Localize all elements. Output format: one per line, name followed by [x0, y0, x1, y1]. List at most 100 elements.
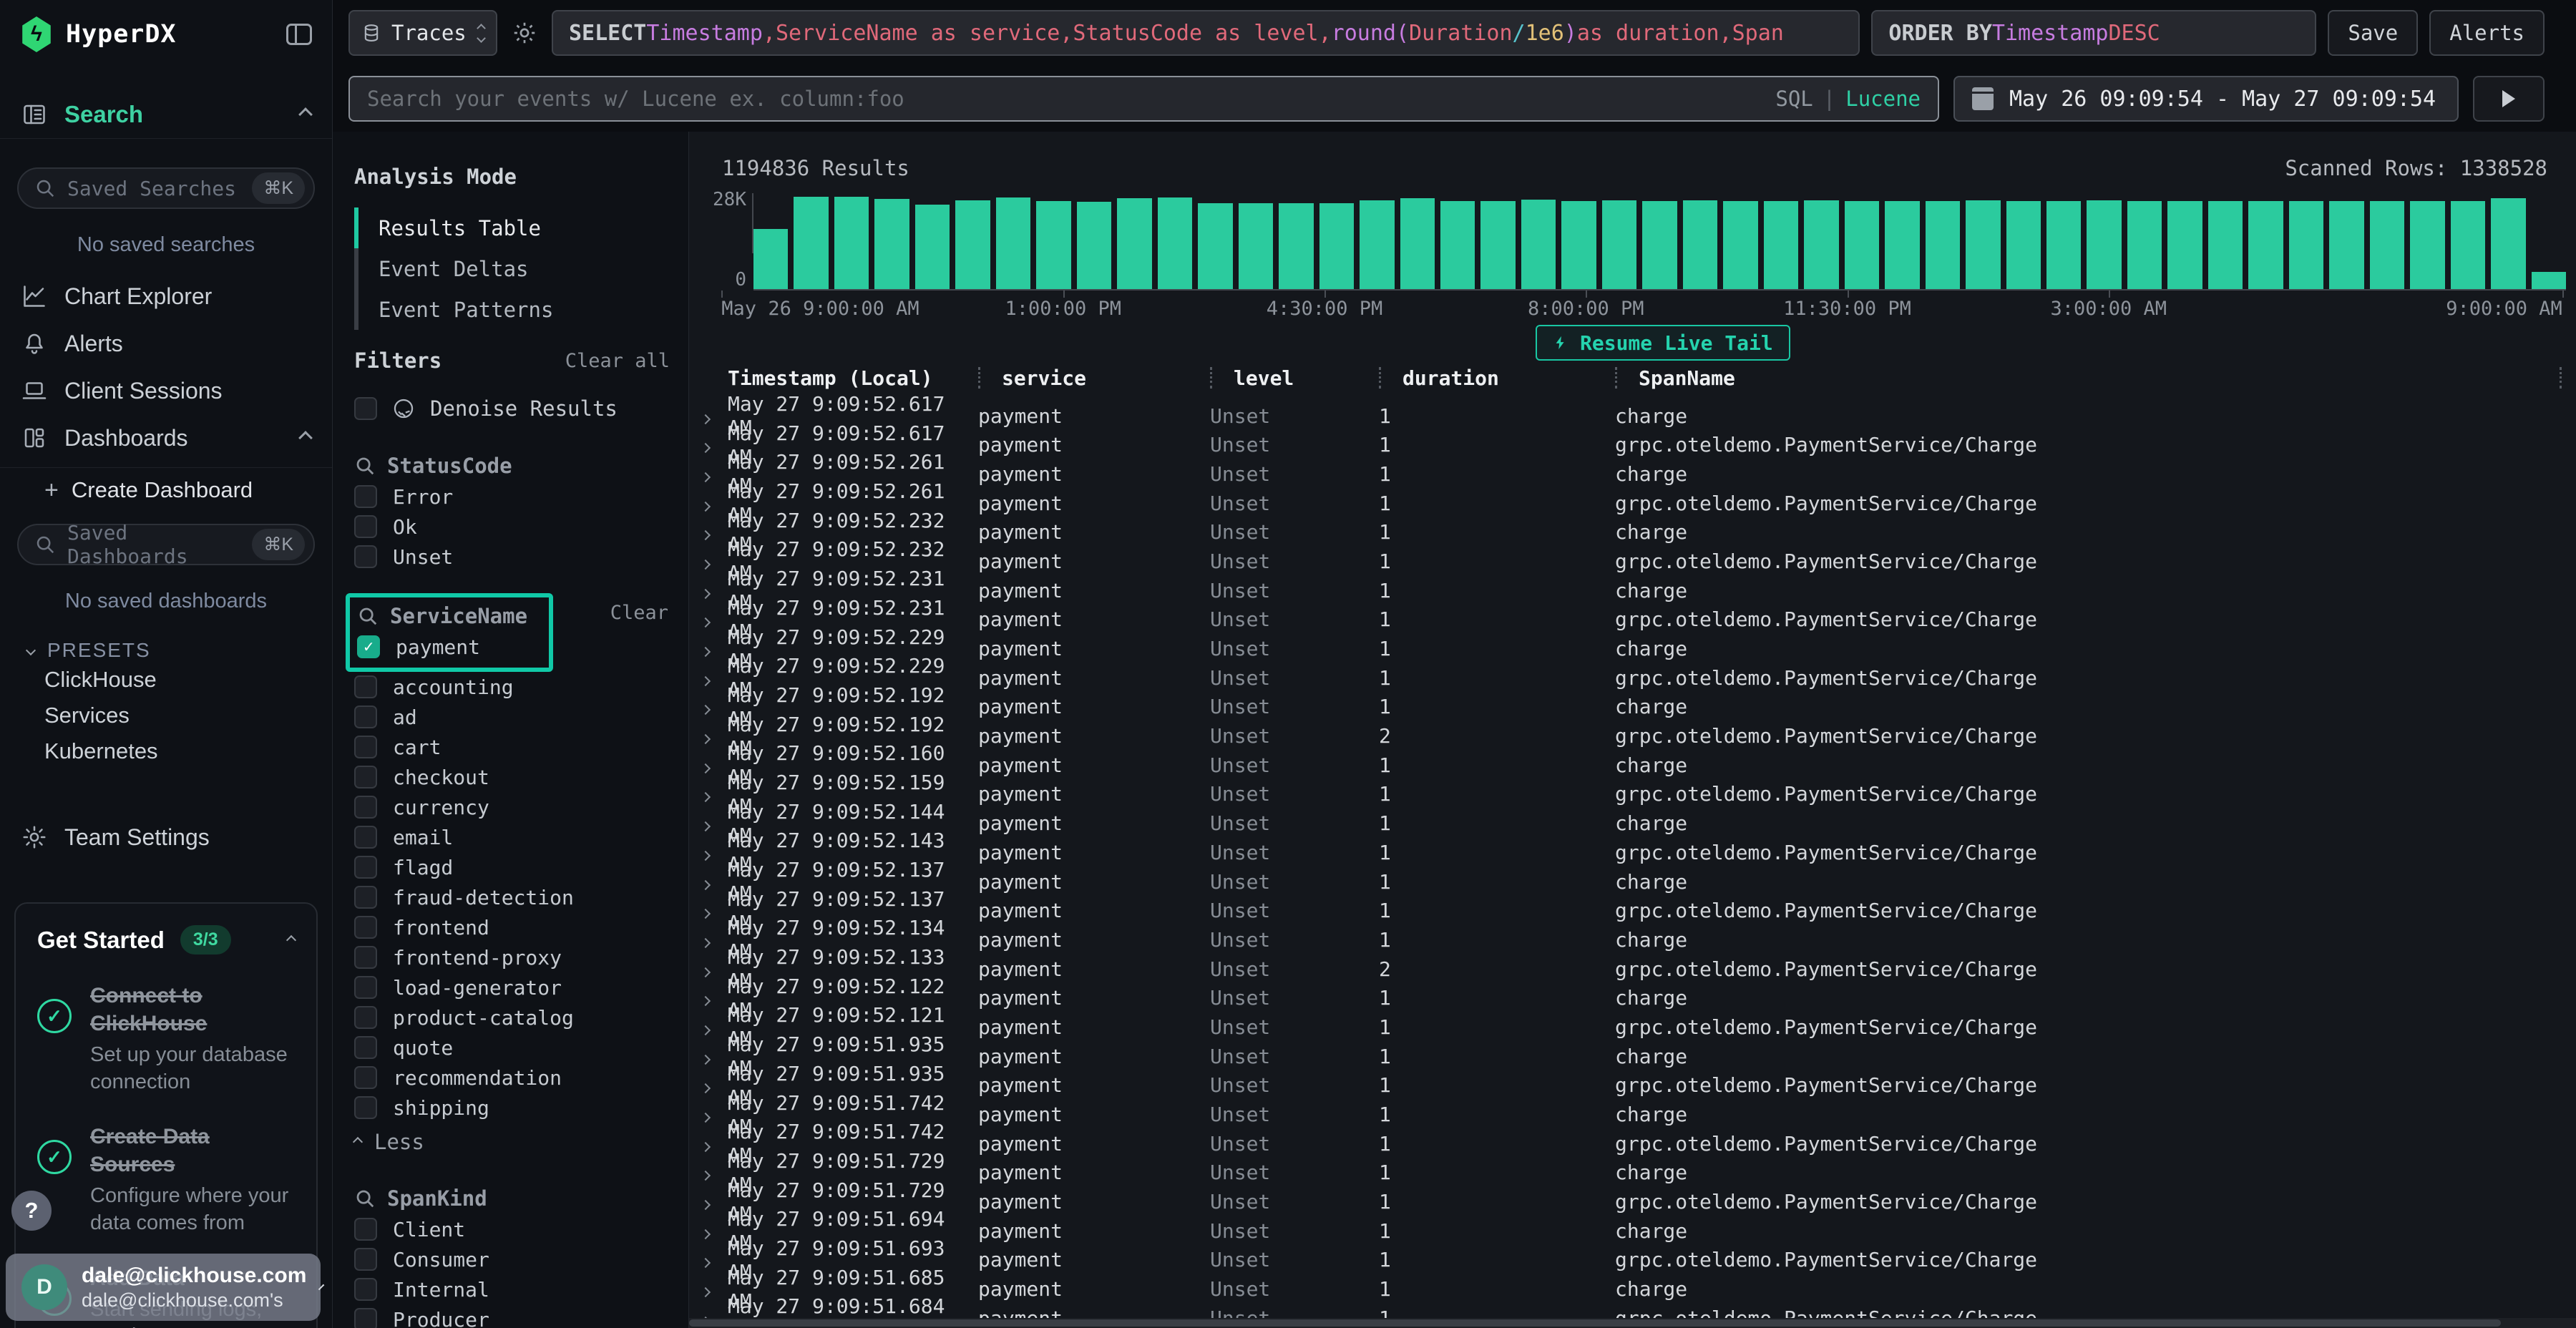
filter-option-accounting[interactable]: accounting	[354, 672, 670, 702]
column-header-level[interactable]: level	[1210, 363, 1379, 392]
run-query-button[interactable]	[2473, 76, 2545, 122]
preset-kubernetes[interactable]: Kubernetes	[0, 733, 332, 769]
save-button[interactable]: Save	[2328, 10, 2418, 56]
help-button[interactable]: ?	[11, 1191, 52, 1231]
histogram-bar[interactable]	[1723, 201, 1757, 289]
histogram-bar[interactable]	[1642, 201, 1677, 289]
checkbox[interactable]	[354, 545, 377, 568]
checkbox[interactable]	[354, 1308, 377, 1328]
saved-searches-input[interactable]: Saved Searches ⌘K	[17, 167, 315, 209]
sidebar-item-chart-explorer[interactable]: Chart Explorer	[0, 273, 332, 320]
get-started-item[interactable]: ✓ Connect to ClickHouse Set up your data…	[37, 982, 295, 1095]
sidebar-item-client-sessions[interactable]: Client Sessions	[0, 367, 332, 414]
histogram-bar[interactable]	[1602, 200, 1636, 289]
expand-row-icon[interactable]	[702, 1219, 709, 1243]
expand-row-icon[interactable]	[702, 579, 709, 602]
histogram-bar[interactable]	[834, 197, 869, 289]
histogram-bar[interactable]	[2127, 201, 2162, 289]
histogram-bar[interactable]	[915, 205, 950, 289]
histogram-bar[interactable]	[1561, 201, 1596, 289]
checkbox[interactable]	[354, 856, 377, 879]
analysis-mode-results-table[interactable]: Results Table	[354, 208, 670, 248]
histogram-bar[interactable]	[2167, 201, 2202, 289]
checkbox[interactable]	[354, 1066, 377, 1089]
histogram-bar[interactable]	[1077, 202, 1111, 289]
checkbox[interactable]	[354, 916, 377, 939]
histogram-bar[interactable]	[2410, 201, 2444, 289]
histogram-bar[interactable]	[2208, 201, 2243, 289]
expand-row-icon[interactable]	[702, 753, 709, 777]
histogram-bar[interactable]	[955, 200, 990, 289]
histogram-bar[interactable]	[1926, 201, 1960, 289]
filter-option-fraud-detection[interactable]: fraud-detection	[354, 882, 670, 912]
event-search-input[interactable]: Search your events w/ Lucene ex. column:…	[348, 76, 1939, 122]
checkbox[interactable]	[354, 766, 377, 788]
get-started-header[interactable]: Get Started 3/3	[37, 925, 295, 954]
expand-row-icon[interactable]	[702, 870, 709, 894]
filter-option-Producer[interactable]: Producer	[354, 1304, 670, 1328]
histogram-bar[interactable]	[2451, 201, 2485, 289]
create-dashboard-button[interactable]: + Create Dashboard	[0, 468, 332, 512]
expand-row-icon[interactable]	[702, 1161, 709, 1184]
checkbox[interactable]	[354, 1218, 377, 1241]
source-select[interactable]: Traces	[348, 10, 497, 56]
filter-option-email[interactable]: email	[354, 822, 670, 852]
expand-row-icon[interactable]	[702, 1132, 709, 1156]
histogram-bar[interactable]	[2289, 201, 2323, 289]
checkbox[interactable]	[354, 485, 377, 508]
histogram-bar[interactable]	[1360, 200, 1394, 289]
histogram-bar[interactable]	[1319, 203, 1354, 289]
filter-option-flagd[interactable]: flagd	[354, 852, 670, 882]
alerts-button[interactable]: Alerts	[2429, 10, 2545, 56]
filter-option-Internal[interactable]: Internal	[354, 1274, 670, 1304]
expand-row-icon[interactable]	[702, 1248, 709, 1271]
show-less-toggle[interactable]: Less	[354, 1126, 670, 1158]
checkbox[interactable]	[354, 886, 377, 909]
checkbox[interactable]	[354, 976, 377, 999]
column-header-duration[interactable]: duration	[1379, 363, 1615, 392]
user-menu[interactable]: D dale@clickhouse.com dale@clickhouse.co…	[6, 1254, 321, 1321]
expand-row-icon[interactable]	[702, 928, 709, 952]
filter-option-Unset[interactable]: Unset	[354, 542, 670, 572]
expand-row-icon[interactable]	[702, 899, 709, 922]
histogram-bar[interactable]	[1158, 197, 1192, 289]
expand-row-icon[interactable]	[702, 695, 709, 718]
filter-option-cart[interactable]: cart	[354, 732, 670, 762]
horizontal-scrollbar[interactable]	[689, 1318, 2576, 1328]
clear-filter-link[interactable]: Clear	[610, 602, 668, 624]
checkbox[interactable]	[354, 706, 377, 728]
histogram-bar[interactable]	[874, 199, 909, 289]
preset-clickhouse[interactable]: ClickHouse	[0, 662, 332, 698]
histogram-bar[interactable]	[1885, 201, 1919, 289]
histogram-bar[interactable]	[1521, 200, 1556, 289]
histogram-bar[interactable]	[1117, 198, 1151, 289]
histogram-bar[interactable]	[1480, 201, 1515, 289]
expand-row-icon[interactable]	[702, 782, 709, 806]
sidebar-collapse-icon[interactable]	[286, 24, 312, 45]
checkbox[interactable]	[354, 397, 377, 420]
filter-option-load-generator[interactable]: load-generator	[354, 972, 670, 1002]
expand-row-icon[interactable]	[702, 957, 709, 981]
expand-row-icon[interactable]	[702, 666, 709, 690]
sql-toggle[interactable]: SQL	[1775, 87, 1813, 111]
filter-option-product-catalog[interactable]: product-catalog	[354, 1002, 670, 1032]
filter-option-checkout[interactable]: checkout	[354, 762, 670, 792]
expand-row-icon[interactable]	[702, 1277, 709, 1301]
column-header-spanname[interactable]: SpanName	[1615, 363, 2576, 392]
column-header-timestamp-local-[interactable]: Timestamp (Local)	[728, 363, 978, 392]
filter-option-Consumer[interactable]: Consumer	[354, 1244, 670, 1274]
checkbox[interactable]	[354, 1248, 377, 1271]
histogram-bar[interactable]	[1036, 201, 1070, 289]
source-settings-button[interactable]	[509, 17, 540, 49]
checkbox[interactable]	[354, 736, 377, 758]
clear-all-link[interactable]: Clear all	[565, 350, 670, 372]
date-range-picker[interactable]: May 26 09:09:54 - May 27 09:09:54	[1953, 76, 2459, 122]
filter-option-shipping[interactable]: shipping	[354, 1093, 670, 1123]
expand-row-icon[interactable]	[702, 550, 709, 573]
histogram-bar[interactable]	[2006, 201, 2041, 289]
scrollbar-thumb[interactable]	[689, 1319, 2501, 1327]
sidebar-item-search[interactable]: Search	[0, 90, 332, 139]
resume-live-tail-button[interactable]: Resume Live Tail	[1536, 325, 1790, 361]
expand-row-icon[interactable]	[702, 986, 709, 1010]
filter-option-currency[interactable]: currency	[354, 792, 670, 822]
